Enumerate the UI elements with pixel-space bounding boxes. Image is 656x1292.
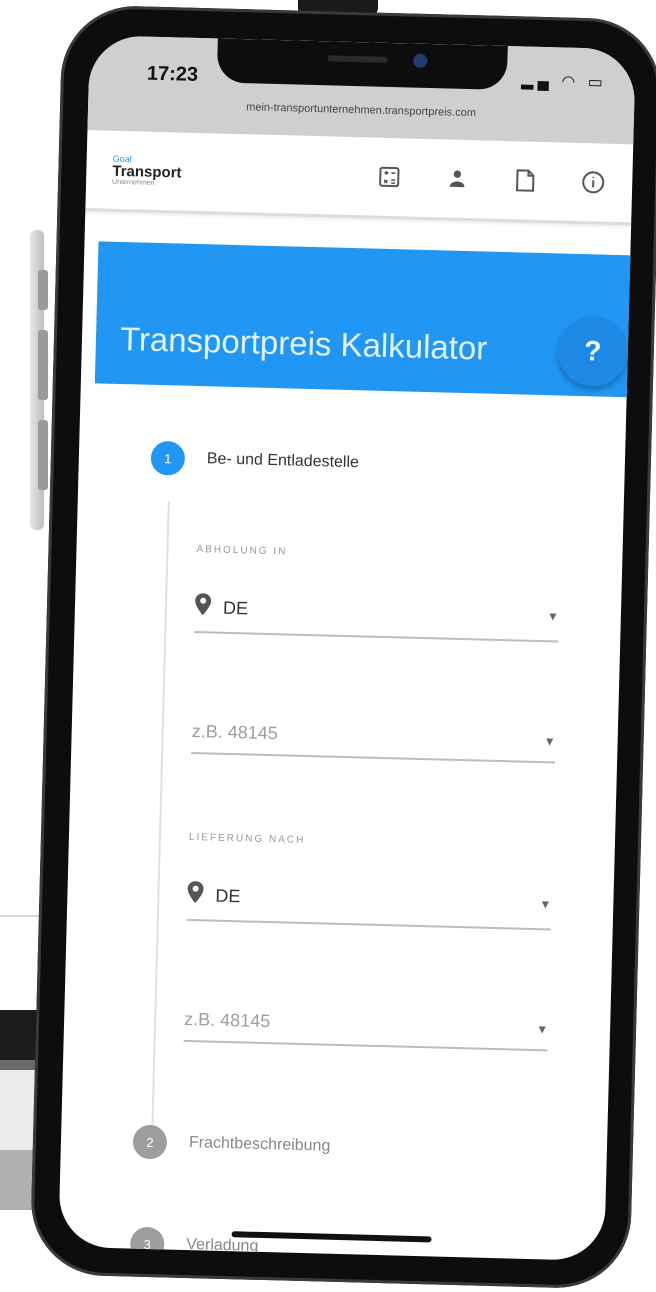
side-button [38,420,48,490]
calculator-icon[interactable] [376,164,403,191]
delivery-country-value: DE [215,885,241,906]
step-label: Be- und Entladestelle [206,450,360,472]
chevron-down-icon: ▼ [546,609,560,624]
step-2[interactable]: 2 Frachtbeschreibung [132,1124,608,1171]
phone-frame: 17:23 ▂▄ ◠ ▭ mein-transportunternehmen.t… [29,4,656,1290]
location-pin-icon [187,881,216,910]
info-icon[interactable] [580,169,607,196]
chevron-down-icon: ▼ [539,897,552,912]
step-connector [151,501,170,1142]
step-number: 2 [132,1124,168,1160]
pickup-zip-field[interactable]: z.B. 48145 ▼ [191,720,556,764]
header-icons [376,164,607,196]
calculator-banner: Transportpreis Kalkulator ? [94,241,636,398]
pickup-zip-placeholder: z.B. 48145 [191,720,279,744]
location-pin-icon [195,593,224,622]
url-bar[interactable]: mein-transportunternehmen.transportpreis… [88,97,634,123]
step-number: 3 [129,1226,165,1261]
delivery-caption: LIEFERUNG NACH [188,831,306,846]
side-button [38,330,48,400]
delivery-country-select[interactable]: DE ▼ [186,880,552,931]
speaker [327,55,388,63]
camera [413,53,428,68]
document-icon[interactable] [512,167,539,194]
pickup-country-select[interactable]: DE ▼ [194,593,560,643]
status-time: 17:23 [146,62,199,86]
phone-screen: 17:23 ▂▄ ◠ ▭ mein-transportunternehmen.t… [58,35,636,1261]
logo[interactable]: Goal Transport Unternehmen [112,153,182,187]
step-3[interactable]: 3 Verladung [129,1226,605,1261]
chevron-down-icon: ▼ [536,1021,549,1036]
side-button [38,270,48,310]
step-1[interactable]: 1 Be- und Entladestelle [150,440,625,487]
step-number: 1 [150,440,186,476]
pickup-section: ABHOLUNG IN DE ▼ z.B. 48145 ▼ LIEFERUNG … [183,544,623,1053]
page-title: Transportpreis Kalkulator [119,319,488,367]
pickup-country-value: DE [222,597,249,618]
chevron-down-icon: ▼ [543,733,556,749]
status-icons: ▂▄ ◠ ▭ [521,72,608,92]
step-label: Verladung [186,1236,259,1255]
person-icon[interactable] [444,165,471,192]
step-label: Frachtbeschreibung [188,1134,331,1155]
stepper: 1 Be- und Entladestelle ABHOLUNG IN DE ▼… [129,440,625,1261]
notch [216,38,508,91]
app-header: Goal Transport Unternehmen [85,130,634,226]
delivery-zip-field[interactable]: z.B. 48145 ▼ [183,1008,549,1052]
pickup-caption: ABHOLUNG IN [196,544,288,558]
delivery-zip-placeholder: z.B. 48145 [183,1008,271,1032]
logo-sub: Unternehmen [112,178,155,187]
help-button[interactable]: ? [556,315,629,388]
